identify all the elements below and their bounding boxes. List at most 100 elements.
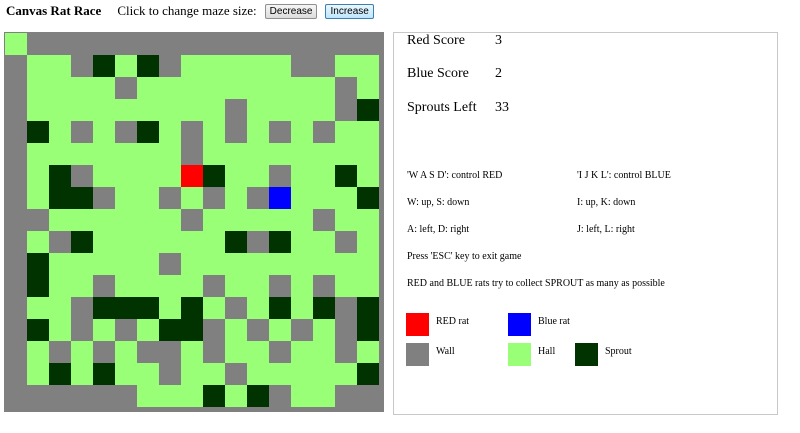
blue-rat: [269, 187, 291, 209]
hall-cell: [313, 319, 335, 341]
hall-cell: [335, 143, 357, 165]
hall-cell: [71, 253, 93, 275]
hall-cell: [49, 297, 71, 319]
hall-cell: [335, 363, 357, 385]
hall-cell: [291, 275, 313, 297]
hall-cell: [115, 275, 137, 297]
header: Canvas Rat Race Click to change maze siz…: [6, 2, 374, 20]
wall-swatch: [406, 343, 429, 366]
hall-cell: [159, 143, 181, 165]
hall-cell: [137, 77, 159, 99]
hall-cell: [225, 319, 247, 341]
hall-cell: [49, 143, 71, 165]
decrease-button[interactable]: Decrease: [264, 3, 318, 19]
hall-cell: [335, 209, 357, 231]
hall-cell: [115, 165, 137, 187]
hall-cell: [247, 297, 269, 319]
hall-cell: [203, 55, 225, 77]
hall-cell: [71, 99, 93, 121]
hall-cell: [335, 275, 357, 297]
hall-cell: [291, 231, 313, 253]
hall-cell: [313, 165, 335, 187]
sprout-cell: [93, 55, 115, 77]
hall-cell: [49, 77, 71, 99]
hall-cell: [357, 165, 379, 187]
sprout-cell: [269, 297, 291, 319]
hall-cell: [357, 209, 379, 231]
hall-cell: [181, 231, 203, 253]
hall-cell: [159, 165, 181, 187]
hall-cell: [181, 341, 203, 363]
hall-cell: [291, 121, 313, 143]
hall-cell: [203, 297, 225, 319]
hall-cell: [357, 275, 379, 297]
sprout-cell: [269, 231, 291, 253]
hall-cell: [27, 99, 49, 121]
wall-legend-label: Wall: [436, 346, 455, 357]
hall-cell: [225, 55, 247, 77]
hall-cell: [181, 99, 203, 121]
hall-cell: [27, 165, 49, 187]
hall-cell: [115, 187, 137, 209]
hall-cell: [137, 275, 159, 297]
hall-cell: [115, 209, 137, 231]
hall-cell: [93, 209, 115, 231]
hall-cell: [49, 121, 71, 143]
hall-cell: [137, 319, 159, 341]
hall-cell: [357, 77, 379, 99]
hall-cell: [159, 209, 181, 231]
goal-instruction-text: RED and BLUE rats try to collect SPROUT …: [407, 278, 665, 289]
hall-cell: [27, 341, 49, 363]
hall-cell: [27, 143, 49, 165]
hall-cell: [247, 275, 269, 297]
hall-cell: [137, 143, 159, 165]
hall-cell: [181, 275, 203, 297]
hall-cell: [225, 143, 247, 165]
hall-cell: [247, 143, 269, 165]
hall-cell: [203, 99, 225, 121]
hall-cell: [203, 363, 225, 385]
hall-cell: [313, 341, 335, 363]
sprout-swatch: [575, 343, 598, 366]
hall-cell: [269, 99, 291, 121]
hall-cell: [181, 55, 203, 77]
hall-cell: [313, 99, 335, 121]
sprout-cell: [71, 187, 93, 209]
hall-cell: [225, 341, 247, 363]
blue-controls-text: 'I J K L': control BLUE: [577, 170, 671, 181]
hall-cell: [291, 341, 313, 363]
hall-cell: [335, 121, 357, 143]
hall-cell: [49, 319, 71, 341]
hall-cell: [93, 319, 115, 341]
sprout-cell: [313, 297, 335, 319]
hall-cell: [357, 231, 379, 253]
hall-cell: [291, 187, 313, 209]
red-updown-text: W: up, S: down: [407, 197, 470, 208]
hall-cell: [137, 231, 159, 253]
increase-button[interactable]: Increase: [325, 3, 374, 19]
hall-cell: [181, 77, 203, 99]
hall-cell: [225, 77, 247, 99]
hall-cell: [269, 253, 291, 275]
sprout-cell: [203, 165, 225, 187]
hall-cell: [291, 297, 313, 319]
red-leftright-text: A: left, D: right: [407, 224, 470, 235]
hall-cell: [225, 165, 247, 187]
hall-cell: [269, 77, 291, 99]
hall-cell: [93, 231, 115, 253]
hall-cell: [225, 275, 247, 297]
blue-updown-text: I: up, K: down: [577, 197, 636, 208]
hall-cell: [27, 231, 49, 253]
hall-cell: [5, 33, 27, 55]
maze-canvas[interactable]: [4, 32, 384, 412]
sprout-cell: [357, 363, 379, 385]
hall-cell: [137, 253, 159, 275]
blue-score-value: 2: [495, 66, 502, 81]
red-rat-legend-label: RED rat: [436, 316, 470, 327]
hall-cell: [93, 77, 115, 99]
sprout-cell: [27, 275, 49, 297]
blue-rat-swatch: [508, 313, 531, 336]
hall-cell: [291, 143, 313, 165]
hall-cell: [225, 253, 247, 275]
hall-cell: [269, 209, 291, 231]
